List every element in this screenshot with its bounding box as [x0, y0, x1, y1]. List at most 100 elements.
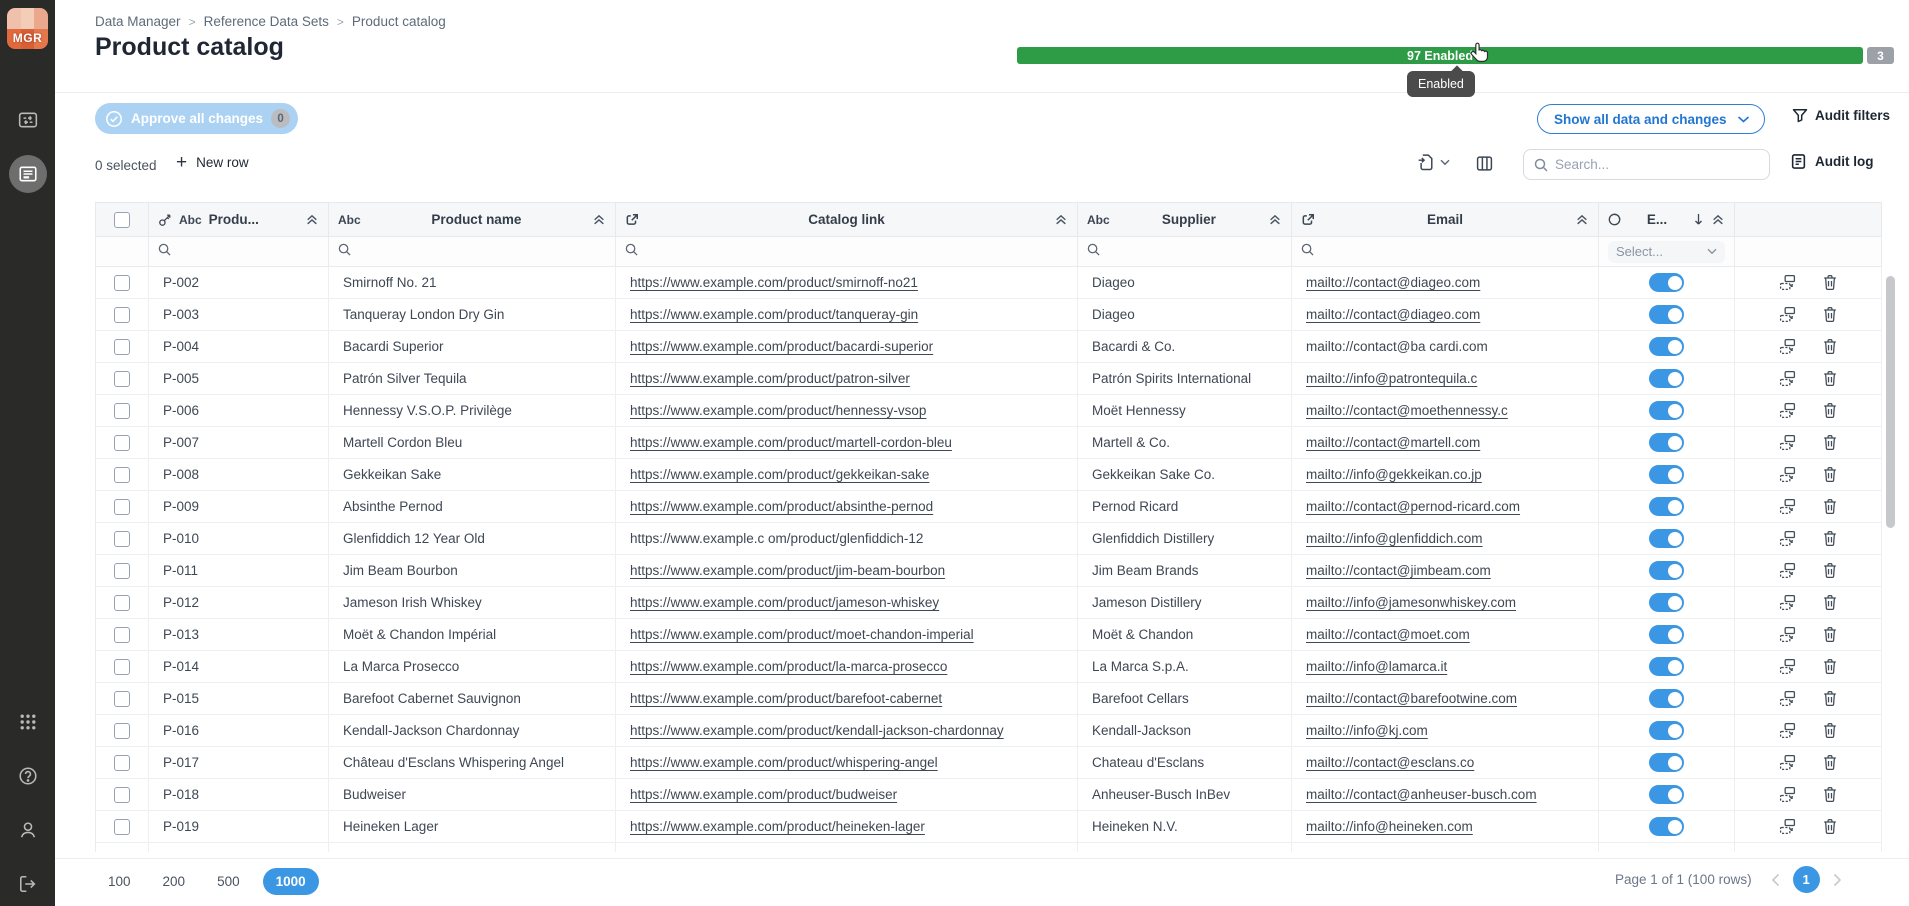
row-checkbox[interactable] — [114, 339, 130, 355]
product-name-cell[interactable]: Martell Cordon Bleu — [329, 427, 616, 459]
delete-row-button[interactable] — [1822, 562, 1838, 579]
collapse-column-icon[interactable] — [1711, 213, 1725, 226]
duplicate-row-button[interactable] — [1779, 626, 1796, 643]
catalog-link-cell[interactable]: https://www.example.com/product/kendall-… — [616, 715, 1078, 747]
catalog-link[interactable]: https://www.example.com/product/whisperi… — [630, 755, 938, 770]
supplier-cell[interactable]: Martell & Co. — [1078, 427, 1292, 459]
enabled-toggle[interactable] — [1649, 497, 1684, 516]
duplicate-row-button[interactable] — [1779, 466, 1796, 483]
row-select-cell[interactable] — [96, 779, 149, 811]
approve-all-changes-button[interactable]: Approve all changes 0 — [95, 103, 298, 134]
duplicate-row-button[interactable] — [1779, 690, 1796, 707]
enabled-filter-select[interactable]: Select... — [1608, 241, 1725, 263]
row-select-cell[interactable] — [96, 427, 149, 459]
email-link[interactable]: mailto://contact@ba cardi.com — [1306, 339, 1488, 354]
collapse-column-icon[interactable] — [1575, 213, 1589, 226]
duplicate-row-button[interactable] — [1779, 530, 1796, 547]
delete-row-button[interactable] — [1822, 690, 1838, 707]
supplier-cell[interactable]: Moët & Chandon — [1078, 619, 1292, 651]
product-name-cell[interactable]: Kendall-Jackson Chardonnay — [329, 715, 616, 747]
product-name-cell[interactable]: Gekkeikan Sake — [329, 459, 616, 491]
enabled-toggle[interactable] — [1649, 561, 1684, 580]
product-id-cell[interactable]: P-017 — [149, 747, 329, 779]
catalog-link-cell[interactable]: https://www.example.com/product/la-marca… — [616, 651, 1078, 683]
row-select-cell[interactable] — [96, 683, 149, 715]
collapse-column-icon[interactable] — [592, 213, 606, 226]
duplicate-row-button[interactable] — [1779, 786, 1796, 803]
column-header-supplier[interactable]: Abc Supplier — [1078, 203, 1292, 237]
enabled-toggle[interactable] — [1649, 369, 1684, 388]
product-name-cell[interactable]: Smirnoff No. 21 — [329, 267, 616, 299]
product-id-cell[interactable]: P-003 — [149, 299, 329, 331]
product-name-cell[interactable]: Jameson Irish Whiskey — [329, 587, 616, 619]
row-select-cell[interactable] — [96, 363, 149, 395]
enabled-toggle[interactable] — [1649, 305, 1684, 324]
enabled-toggle[interactable] — [1649, 753, 1684, 772]
supplier-cell[interactable]: Anheuser-Busch InBev — [1078, 779, 1292, 811]
catalog-link[interactable]: https://www.example.com/product/la-marca… — [630, 659, 947, 674]
duplicate-row-button[interactable] — [1779, 306, 1796, 323]
show-all-data-button[interactable]: Show all data and changes — [1537, 104, 1765, 134]
row-select-cell[interactable] — [96, 459, 149, 491]
row-checkbox[interactable] — [114, 307, 130, 323]
email-link[interactable]: mailto://info@jamesonwhiskey.com — [1306, 595, 1516, 610]
row-select-cell[interactable] — [96, 267, 149, 299]
email-link[interactable]: mailto://info@kj.com — [1306, 723, 1428, 738]
filter-product-name[interactable] — [329, 237, 616, 267]
email-link[interactable]: mailto://contact@moet.com — [1306, 627, 1470, 642]
catalog-link-cell[interactable]: https://www.example.com/product/heineken… — [616, 811, 1078, 843]
email-cell[interactable]: mailto://contact@moet.com — [1292, 619, 1599, 651]
filter-product-id[interactable] — [149, 237, 329, 267]
email-cell[interactable]: mailto://contact@esclans.co — [1292, 747, 1599, 779]
catalog-link[interactable]: https://www.example.com/product/barefoot… — [630, 691, 942, 706]
enabled-toggle[interactable] — [1649, 657, 1684, 676]
email-cell[interactable]: mailto://info@lamarca.it — [1292, 651, 1599, 683]
product-id-cell[interactable]: P-005 — [149, 363, 329, 395]
delete-row-button[interactable] — [1822, 466, 1838, 483]
row-checkbox[interactable] — [114, 755, 130, 771]
email-cell[interactable]: mailto://contact@barefootwine.com — [1292, 683, 1599, 715]
product-name-cell[interactable]: Barefoot Cabernet Sauvignon — [329, 683, 616, 715]
row-select-cell[interactable] — [96, 523, 149, 555]
email-link[interactable]: mailto://info@lamarca.it — [1306, 659, 1447, 674]
catalog-link-cell[interactable]: https://www.example.com/product/gekkeika… — [616, 459, 1078, 491]
catalog-link-cell[interactable]: https://www.example.com/product/smirnoff… — [616, 267, 1078, 299]
row-checkbox[interactable] — [114, 659, 130, 675]
catalog-link[interactable]: https://www.example.com/product/patron-s… — [630, 371, 910, 386]
duplicate-row-button[interactable] — [1779, 754, 1796, 771]
account-icon[interactable] — [18, 820, 38, 840]
email-cell[interactable]: mailto://info@kj.com — [1292, 715, 1599, 747]
audit-log-button[interactable]: Audit log — [1790, 153, 1873, 170]
enabled-segment[interactable]: 97 Enabled — [1017, 47, 1863, 64]
columns-button[interactable] — [1476, 155, 1493, 172]
catalog-link-cell[interactable]: https://www.example.com/product/hennessy… — [616, 395, 1078, 427]
column-header-product-id[interactable]: Abc Produ... — [149, 203, 329, 237]
page-size-500[interactable]: 500 — [208, 869, 249, 894]
disabled-segment[interactable]: 3 — [1867, 47, 1894, 64]
email-link[interactable]: mailto://info@heineken.com — [1306, 819, 1473, 834]
catalog-link[interactable]: https://www.example.com/product/martell-… — [630, 435, 952, 450]
duplicate-row-button[interactable] — [1779, 402, 1796, 419]
filter-catalog-link[interactable] — [616, 237, 1078, 267]
delete-row-button[interactable] — [1822, 626, 1838, 643]
row-checkbox[interactable] — [114, 499, 130, 515]
sort-desc-icon[interactable] — [1693, 213, 1704, 226]
email-cell[interactable]: mailto://contact@anheuser-busch.com — [1292, 779, 1599, 811]
catalog-link[interactable]: https://www.example.com/product/jameson-… — [630, 595, 939, 610]
collapse-column-icon[interactable] — [1054, 213, 1068, 226]
page-size-200[interactable]: 200 — [154, 869, 195, 894]
supplier-cell[interactable]: Bacardi & Co. — [1078, 331, 1292, 363]
product-id-cell[interactable]: P-011 — [149, 555, 329, 587]
email-cell[interactable]: mailto://info@glenfiddich.com — [1292, 523, 1599, 555]
new-row-button[interactable]: + New row — [176, 153, 249, 172]
email-link[interactable]: mailto://contact@anheuser-busch.com — [1306, 787, 1537, 802]
catalog-link[interactable]: https://www.example.com/product/smirnoff… — [630, 275, 918, 290]
filter-enabled[interactable]: Select... — [1599, 237, 1735, 267]
next-page-button[interactable] — [1833, 873, 1842, 887]
row-select-cell[interactable] — [96, 331, 149, 363]
product-id-cell[interactable]: P-004 — [149, 331, 329, 363]
page-size-100[interactable]: 100 — [99, 869, 140, 894]
catalog-link[interactable]: https://www.example.com/product/moet-cha… — [630, 627, 974, 642]
enabled-toggle[interactable] — [1649, 785, 1684, 804]
row-select-cell[interactable] — [96, 395, 149, 427]
